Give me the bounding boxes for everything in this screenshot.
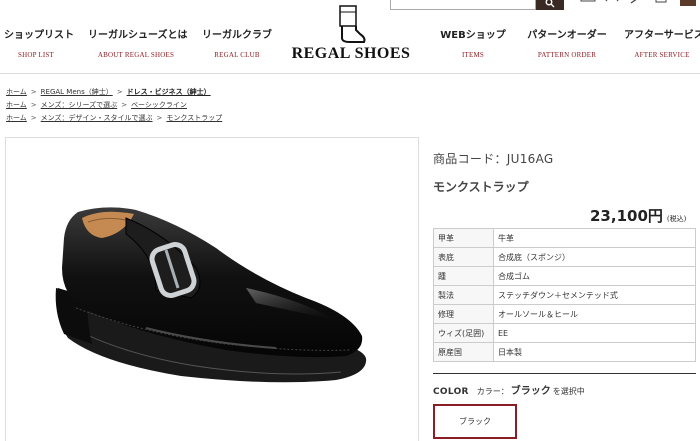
nav-sublabel: ABOUT REGAL SHOES bbox=[97, 51, 175, 59]
color-value: ブラック bbox=[510, 386, 551, 397]
color-heading: COLOR bbox=[433, 387, 469, 397]
spec-key: 原産国 bbox=[433, 342, 494, 362]
breadcrumb-link[interactable]: メンズ：デザイン・スタイルで選ぶ bbox=[41, 114, 153, 122]
spec-key: 甲革 bbox=[433, 228, 494, 248]
breadcrumb-separator: > bbox=[30, 101, 37, 109]
spec-value: 牛革 bbox=[493, 228, 696, 248]
spec-value: EE bbox=[493, 323, 696, 343]
breadcrumb-row: ホーム > REGAL Mens（紳士） > ドレス・ビジネス（紳士） bbox=[6, 86, 222, 99]
spec-table: 甲革 牛革 表底 合成底（スポンジ） 踵合成ゴム 製法 ステッチダウン＋セメンテッド式… bbox=[433, 228, 696, 362]
nav-web-shop[interactable]: WEBショップ ITEMS bbox=[440, 26, 506, 59]
spec-key: 修理 bbox=[433, 304, 494, 324]
nav-sublabel: AFTER SERVICE bbox=[634, 51, 690, 59]
nav-sublabel: PATTERN ORDER bbox=[537, 51, 597, 59]
breadcrumb-link[interactable]: ベーシックライン bbox=[131, 101, 187, 109]
breadcrumb-separator: > bbox=[116, 88, 123, 96]
product-code: 商品コード：JU16AG bbox=[433, 152, 554, 166]
nav-shop-list[interactable]: ショップリスト SHOP LIST bbox=[4, 26, 74, 59]
nav-label: リーガルクラブ bbox=[202, 30, 272, 41]
logo-mark-icon bbox=[339, 5, 366, 43]
spec-value: 合成ゴム bbox=[493, 266, 696, 286]
breadcrumb-separator: > bbox=[156, 114, 163, 122]
breadcrumb-separator: > bbox=[30, 88, 37, 96]
table-row: ウィズ(足囲) EE bbox=[433, 323, 696, 343]
nav-label: アフターサービス bbox=[624, 30, 700, 41]
table-row: 製法 ステッチダウン＋セメンテッド式 bbox=[433, 285, 696, 305]
breadcrumb-separator: > bbox=[121, 101, 128, 109]
nav-label: WEBショップ bbox=[440, 30, 506, 41]
breadcrumb-link[interactable]: ホーム bbox=[6, 88, 27, 96]
table-row: 修理 オールソール＆ヒール bbox=[433, 304, 696, 324]
spec-key: 踵 bbox=[433, 266, 494, 286]
search-icon bbox=[545, 0, 555, 8]
color-option-label: ブラック bbox=[459, 417, 491, 426]
breadcrumb-link[interactable]: REGAL Mens（紳士） bbox=[41, 88, 113, 96]
table-row: 原産国 日本製 bbox=[433, 342, 696, 362]
spec-value: 日本製 bbox=[493, 342, 696, 362]
spec-key: 表底 bbox=[433, 247, 494, 267]
color-label: カラー： bbox=[476, 387, 509, 396]
shoe-image bbox=[55, 207, 367, 383]
price-value: 23,100円 bbox=[590, 207, 663, 225]
price-tax-label: (税込) bbox=[666, 215, 687, 223]
nav-label: ショップリスト bbox=[4, 30, 74, 41]
logo-text: REGAL SHOES bbox=[291, 45, 411, 62]
nav-regal-club[interactable]: リーガルクラブ REGAL CLUB bbox=[200, 26, 274, 59]
nav-label: リーガルシューズとは bbox=[88, 30, 188, 41]
nav-about[interactable]: リーガルシューズとは ABOUT REGAL SHOES bbox=[88, 26, 188, 59]
spec-key: ウィズ(足囲) bbox=[433, 323, 494, 343]
pen-icon[interactable] bbox=[630, 0, 644, 8]
color-divider bbox=[433, 373, 696, 374]
calendar-icon[interactable] bbox=[655, 0, 667, 8]
color-suffix: を選択中 bbox=[552, 387, 585, 396]
spec-value: ステッチダウン＋セメンテッド式 bbox=[493, 285, 696, 305]
breadcrumb-row: ホーム > メンズ：デザイン・スタイルで選ぶ > モンクストラップ bbox=[6, 112, 222, 125]
site-header: ショップリスト SHOP LIST リーガルシューズとは ABOUT REGAL… bbox=[0, 0, 700, 74]
store-icon[interactable] bbox=[580, 0, 596, 8]
nav-label: パターンオーダー bbox=[527, 30, 607, 41]
color-option-black[interactable]: ブラック bbox=[433, 404, 517, 439]
nav-sublabel: ITEMS bbox=[462, 51, 484, 59]
breadcrumb-row: ホーム > メンズ：シリーズで選ぶ > ベーシックライン bbox=[6, 99, 222, 112]
breadcrumb-link[interactable]: モンクストラップ bbox=[166, 114, 222, 122]
nav-sublabel: SHOP LIST bbox=[18, 51, 54, 59]
search-button[interactable] bbox=[536, 0, 564, 10]
spec-key: 製法 bbox=[433, 285, 494, 305]
nav-after-service[interactable]: アフターサービス AFTER SERVICE bbox=[624, 26, 700, 59]
table-row: 甲革 牛革 bbox=[433, 228, 696, 248]
nav-sublabel: REGAL CLUB bbox=[214, 51, 260, 59]
table-row: 踵合成ゴム bbox=[433, 266, 696, 286]
table-row: 表底 合成底（スポンジ） bbox=[433, 247, 696, 267]
product-image-panel[interactable] bbox=[5, 137, 419, 441]
regal-logo[interactable]: REGAL SHOES bbox=[286, 2, 416, 66]
breadcrumb-link[interactable]: ホーム bbox=[6, 101, 27, 109]
breadcrumb-link[interactable]: ホーム bbox=[6, 114, 27, 122]
breadcrumb-link[interactable]: メンズ：シリーズで選ぶ bbox=[41, 101, 118, 109]
product-price: 23,100円 (税込) bbox=[590, 205, 686, 226]
breadcrumb-separator: > bbox=[30, 114, 37, 122]
product-name: モンクストラップ bbox=[433, 180, 529, 194]
spec-value: 合成底（スポンジ） bbox=[493, 247, 696, 267]
nav-pattern-order[interactable]: パターンオーダー PATTERN ORDER bbox=[526, 26, 608, 59]
user-icon[interactable] bbox=[605, 0, 619, 8]
breadcrumb: ホーム > REGAL Mens（紳士） > ドレス・ビジネス（紳士） ホーム > メンズ：… bbox=[6, 86, 222, 125]
breadcrumb-link[interactable]: ドレス・ビジネス（紳士） bbox=[127, 88, 211, 96]
cart-icon[interactable] bbox=[680, 0, 696, 6]
spec-value: オールソール＆ヒール bbox=[493, 304, 696, 324]
color-selection-status: COLOR カラー： ブラック を選択中 bbox=[433, 382, 585, 397]
